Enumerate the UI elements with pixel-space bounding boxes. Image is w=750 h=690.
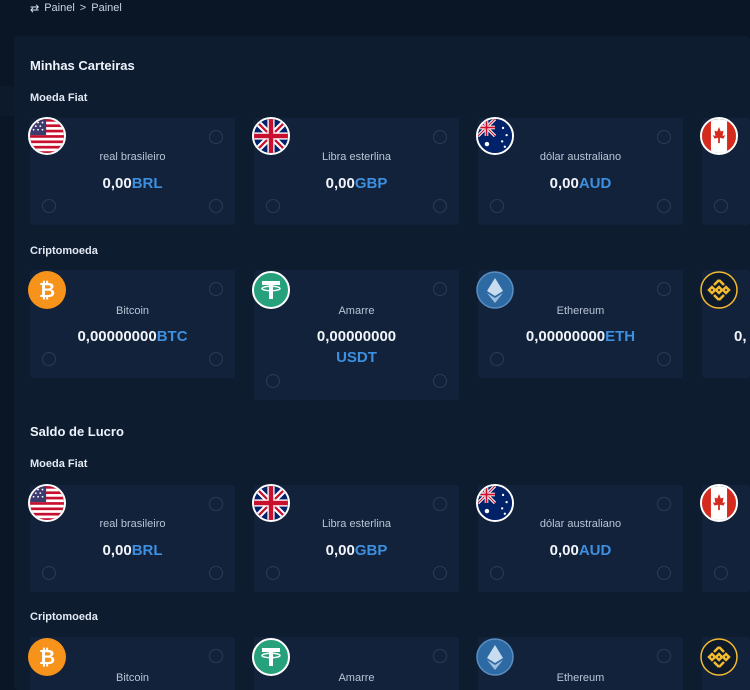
us-flag-icon	[28, 117, 66, 155]
currency-name: real brasileiro	[99, 151, 166, 163]
corner-icon	[209, 352, 223, 366]
switch-icon: ⇄	[30, 2, 40, 15]
corner-icon	[433, 497, 447, 511]
binance-icon	[700, 638, 738, 676]
section-title-wallets: Minhas Carteiras	[30, 58, 135, 73]
corner-icon	[657, 352, 671, 366]
corner-icon	[433, 282, 447, 296]
corner-icon	[209, 282, 223, 296]
corner-icon	[266, 199, 280, 213]
currency-amount: 0,00GBP	[325, 175, 388, 192]
corner-icon	[490, 566, 504, 580]
corner-icon	[433, 199, 447, 213]
corner-icon	[657, 199, 671, 213]
corner-icon	[657, 130, 671, 144]
svg-text:₿: ₿	[39, 647, 55, 669]
corner-icon	[714, 199, 728, 213]
currency-amount: 0,00AUD	[549, 175, 612, 192]
corner-icon	[433, 374, 447, 388]
bitcoin-icon: ₿	[28, 271, 66, 309]
tether-icon	[252, 638, 290, 676]
section-title-profit: Saldo de Lucro	[30, 424, 124, 439]
corner-icon	[657, 566, 671, 580]
corner-icon	[490, 199, 504, 213]
corner-icon	[209, 199, 223, 213]
currency-amount: 0,00BRL	[102, 542, 163, 559]
corner-icon	[714, 566, 728, 580]
corner-icon	[209, 566, 223, 580]
corner-icon	[42, 199, 56, 213]
uk-flag-icon	[252, 117, 290, 155]
currency-amount: 0,00AUD	[549, 542, 612, 559]
breadcrumb: ⇄ Painel > Painel	[30, 0, 122, 16]
corner-icon	[209, 497, 223, 511]
tether-icon	[252, 271, 290, 309]
corner-icon	[490, 352, 504, 366]
svg-text:₿: ₿	[39, 280, 55, 302]
australia-flag-icon	[476, 484, 514, 522]
corner-icon	[209, 130, 223, 144]
canada-flag-icon	[700, 484, 738, 522]
currency-amount: 0,00000000 USDT	[316, 328, 397, 366]
crypto-title-wallets: Criptomoeda	[30, 245, 98, 257]
corner-icon	[657, 497, 671, 511]
ethereum-icon	[476, 271, 514, 309]
ethereum-icon	[476, 638, 514, 676]
currency-amount: 0,00000000BTC	[77, 328, 188, 345]
corner-icon	[433, 130, 447, 144]
currency-amount: 0,00GBP	[325, 542, 388, 559]
currency-name: real brasileiro	[99, 518, 166, 530]
currency-amount: 0,00BRL	[102, 175, 163, 192]
fiat-title-profit: Moeda Fiat	[30, 458, 88, 470]
canada-flag-icon	[700, 117, 738, 155]
fiat-title-wallets: Moeda Fiat	[30, 92, 88, 104]
corner-icon	[209, 649, 223, 663]
side-strip	[0, 86, 14, 116]
currency-name: dólar australiano	[539, 518, 622, 530]
currency-name: Libra esterlina	[321, 518, 392, 530]
currency-name: dólar australiano	[539, 151, 622, 163]
corner-icon	[266, 374, 280, 388]
uk-flag-icon	[252, 484, 290, 522]
corner-icon	[433, 649, 447, 663]
breadcrumb-separator: >	[79, 2, 87, 14]
currency-name: Libra esterlina	[321, 151, 392, 163]
us-flag-icon	[28, 484, 66, 522]
corner-icon	[42, 352, 56, 366]
corner-icon	[433, 566, 447, 580]
currency-amount: 0,00000000ETH	[525, 328, 636, 345]
currency-amount: 0,	[734, 328, 747, 345]
binance-icon	[700, 271, 738, 309]
corner-icon	[266, 566, 280, 580]
australia-flag-icon	[476, 117, 514, 155]
corner-icon	[657, 282, 671, 296]
breadcrumb-item-2[interactable]: Painel	[91, 2, 122, 14]
corner-icon	[42, 566, 56, 580]
corner-icon	[657, 649, 671, 663]
breadcrumb-item-1[interactable]: Painel	[44, 2, 75, 14]
bitcoin-icon: ₿	[28, 638, 66, 676]
crypto-title-profit: Criptomoeda	[30, 611, 98, 623]
